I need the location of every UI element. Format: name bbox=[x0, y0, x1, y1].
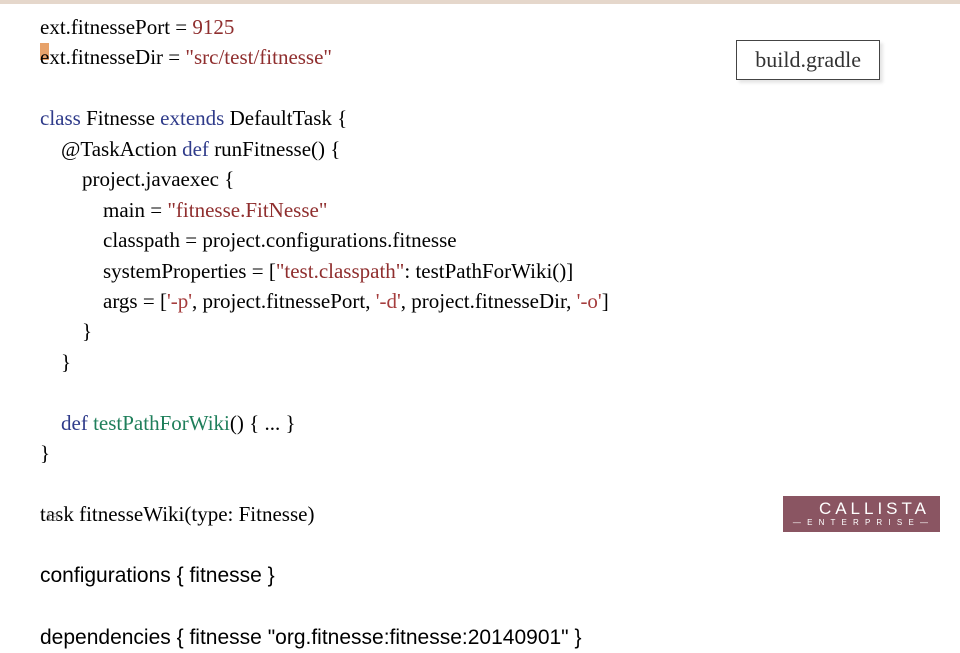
code-token: DefaultTask { bbox=[224, 106, 347, 130]
code-token: } bbox=[40, 350, 71, 374]
code-token: , project.fitnesseDir, bbox=[401, 289, 577, 313]
code-string: "src/test/fitnesse" bbox=[185, 45, 332, 69]
code-keyword: def bbox=[40, 411, 88, 435]
company-logo: CALLISTA — E N T E R P R I S E — bbox=[783, 496, 940, 532]
logo-text: CALLISTA bbox=[793, 499, 930, 519]
code-token: fitnesse bbox=[189, 564, 261, 587]
code-token: runFitnesse() { bbox=[209, 137, 340, 161]
code-token: systemProperties = [ bbox=[40, 259, 276, 283]
page-number: 18 bbox=[46, 512, 58, 524]
code-identifier: testPathForWiki bbox=[88, 411, 230, 435]
code-keyword: def bbox=[182, 137, 209, 161]
code-token: ] bbox=[602, 289, 609, 313]
code-token: @TaskAction bbox=[40, 137, 182, 161]
code-keyword: extends bbox=[160, 106, 224, 130]
code-token: } bbox=[40, 441, 50, 465]
code-string: '-o' bbox=[577, 289, 602, 313]
code-token: } bbox=[262, 564, 275, 587]
code-token: dependencies { bbox=[40, 626, 189, 649]
code-token: ext.fitnesseDir = bbox=[40, 45, 185, 69]
code-token: , project.fitnessePort, bbox=[192, 289, 376, 313]
slide-content: build.gradle ext.fitnessePort = 9125 ext… bbox=[0, 0, 960, 544]
code-token: classpath = project.configurations.fitne… bbox=[40, 228, 457, 252]
code-string: '-d' bbox=[376, 289, 401, 313]
code-token: Fitnesse bbox=[81, 106, 160, 130]
code-token: ext.fitnessePort = bbox=[40, 15, 192, 39]
code-token: } bbox=[569, 626, 582, 649]
code-listing: ext.fitnessePort = 9125 ext.fitnesseDir … bbox=[40, 12, 920, 653]
code-string: "org.fitnesse:fitnesse:20140901" bbox=[268, 626, 569, 649]
code-token: configurations { bbox=[40, 564, 189, 587]
code-token: fitnesse bbox=[189, 626, 261, 649]
code-keyword: class bbox=[40, 106, 81, 130]
logo-subtext: — E N T E R P R I S E — bbox=[793, 518, 930, 527]
code-token: task fitnesseWiki(type: Fitnesse) bbox=[40, 502, 314, 526]
code-token: project.javaexec { bbox=[40, 167, 234, 191]
code-token: args = [ bbox=[40, 289, 167, 313]
code-string: "test.classpath" bbox=[276, 259, 405, 283]
code-token: : testPathForWiki()] bbox=[404, 259, 573, 283]
code-token: } bbox=[40, 319, 92, 343]
code-string: "fitnesse.FitNesse" bbox=[167, 198, 327, 222]
code-string: '-p' bbox=[167, 289, 192, 313]
code-number: 9125 bbox=[192, 15, 234, 39]
code-token: () { ... } bbox=[230, 411, 296, 435]
code-token: main = bbox=[40, 198, 167, 222]
